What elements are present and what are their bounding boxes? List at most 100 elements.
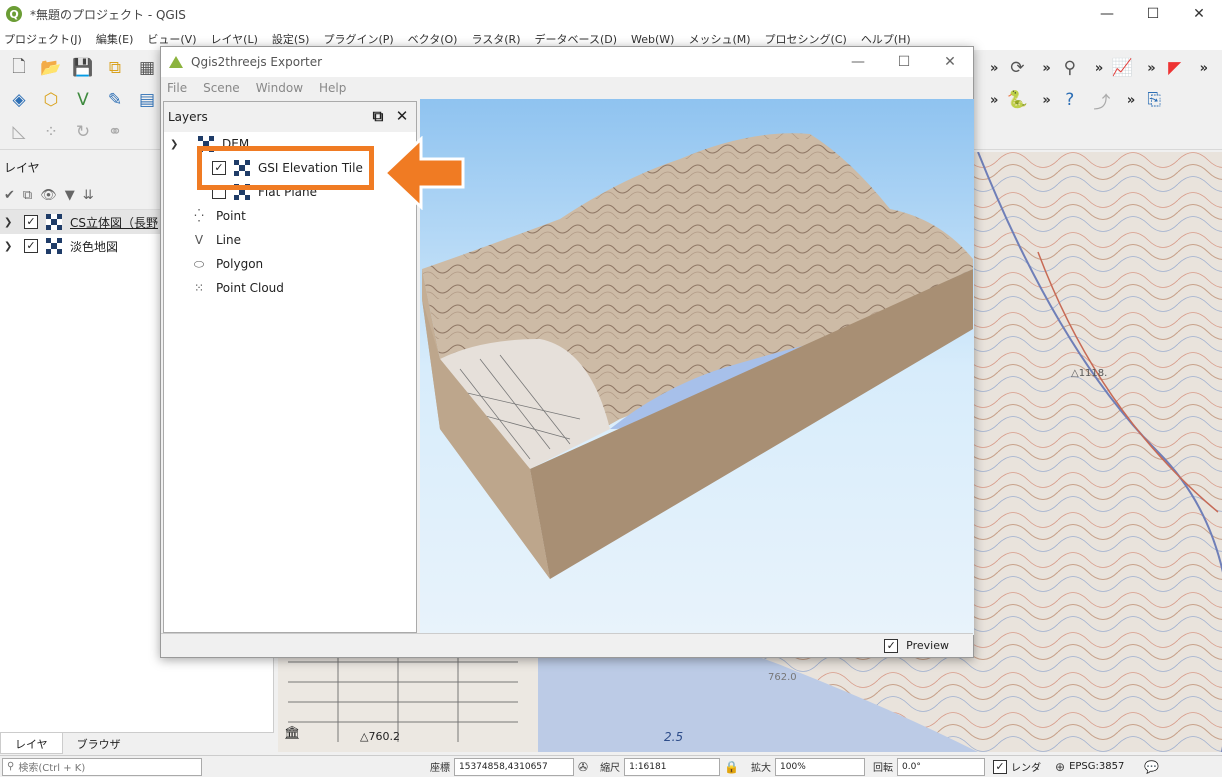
coordinate-toggle-icon[interactable]: ✇ [578, 760, 588, 774]
overflow-chevron-icon[interactable]: » [1127, 93, 1135, 108]
dialog-menu-file[interactable]: File [167, 81, 187, 95]
dialog-maximize-button[interactable]: ☐ [881, 47, 927, 77]
new-layer-icon[interactable]: ⬡ [38, 87, 64, 113]
menu-database[interactable]: データベース(D) [535, 31, 618, 47]
group-label: Polygon [216, 257, 264, 271]
refresh-icon[interactable]: ⟳ [1004, 55, 1030, 81]
lock-scale-icon[interactable]: 🔒 [724, 760, 739, 774]
visibility-eye-icon[interactable]: 👁 [40, 188, 57, 203]
menu-vector[interactable]: ベクタ(O) [408, 31, 458, 47]
digitize-icon[interactable]: V [70, 87, 96, 113]
menu-plugins[interactable]: プラグイン(P) [323, 31, 393, 47]
close-button[interactable]: ✕ [1176, 0, 1222, 28]
qgis2threejs-dialog: Qgis2threejs Exporter — ☐ ✕ File Scene W… [160, 46, 974, 658]
new-project-icon[interactable]: 🗋 [6, 55, 32, 81]
dialog-layers-header: Layers ⧉ ✕ [164, 102, 416, 132]
scale-label: 縮尺 [600, 763, 621, 774]
python-console-icon[interactable]: 🐍 [1004, 87, 1030, 113]
dialog-title-bar: Qgis2threejs Exporter — ☐ ✕ [161, 47, 973, 77]
3d-preview-view[interactable] [420, 99, 974, 635]
menu-raster[interactable]: ラスタ(R) [471, 31, 520, 47]
menu-processing[interactable]: プロセシング(C) [765, 31, 847, 47]
menu-help[interactable]: ヘルプ(H) [861, 31, 911, 47]
help-icon[interactable]: ? [1057, 87, 1083, 113]
overflow-chevron-icon[interactable]: » [1200, 61, 1208, 76]
window-title: *無題のプロジェクト - QGIS [30, 7, 186, 22]
expand-all-icon[interactable]: ⇊ [83, 188, 94, 203]
rotate-icon[interactable]: ↻ [70, 119, 96, 145]
toolbar-right-row-2: » 🐍 » ? ⤴ » ⎘ [978, 84, 1173, 116]
group-polygon[interactable]: ⬭ Polygon [164, 252, 416, 276]
expand-chevron-icon[interactable]: ❯ [4, 241, 18, 252]
menu-web[interactable]: Web(W) [631, 33, 674, 46]
open-project-icon[interactable]: 📂 [38, 55, 64, 81]
add-raster-icon[interactable]: ▤ [134, 87, 160, 113]
panel-tool-icon[interactable]: ⎘ [1141, 87, 1167, 113]
scale-field[interactable]: 1:16181 [624, 757, 721, 776]
overflow-chevron-icon[interactable]: » [990, 61, 998, 76]
data-source-manager-icon[interactable]: ◈ [6, 87, 32, 113]
measure-icon[interactable]: ◺ [6, 119, 32, 145]
crs-label[interactable]: EPSG:3857 [1069, 761, 1124, 772]
expand-chevron-icon[interactable]: ❯ [170, 139, 184, 150]
float-panel-icon[interactable]: ⧉ [368, 106, 388, 126]
edit-pencil-icon[interactable]: ✎ [102, 87, 128, 113]
crs-globe-icon[interactable]: ⊕ [1055, 760, 1065, 774]
overflow-chevron-icon[interactable]: » [1147, 61, 1155, 76]
render-checkbox[interactable]: ✓ [993, 759, 1008, 774]
locator-search[interactable]: ⚲ 検索(Ctrl + K) [2, 757, 202, 776]
dialog-close-button[interactable]: ✕ [927, 47, 973, 77]
dialog-minimize-button[interactable]: — [835, 47, 881, 77]
menu-settings[interactable]: 設定(S) [272, 31, 310, 47]
tab-layers[interactable]: レイヤ [0, 733, 63, 754]
magnifier-field[interactable]: 100% [775, 757, 866, 776]
point-cloud-icon: ⁙ [193, 281, 205, 295]
menu-project[interactable]: プロジェクト(J) [4, 31, 82, 47]
close-panel-icon[interactable]: ✕ [392, 106, 412, 126]
new-print-layout-icon[interactable]: ⧉ [102, 55, 128, 81]
overflow-chevron-icon[interactable]: » [1042, 61, 1050, 76]
qgis2threejs-logo-icon [169, 56, 183, 68]
menu-layer[interactable]: レイヤ(L) [210, 31, 257, 47]
minimize-button[interactable]: — [1084, 0, 1130, 28]
rotation-field[interactable]: 0.0° [897, 757, 986, 776]
menu-view[interactable]: ビュー(V) [147, 31, 196, 47]
group-point-cloud[interactable]: ⁙ Point Cloud [164, 276, 416, 300]
flag-icon[interactable]: ◤ [1162, 55, 1188, 81]
dialog-menu-window[interactable]: Window [256, 81, 303, 95]
overflow-chevron-icon[interactable]: » [1042, 93, 1050, 108]
group-point[interactable]: ⁛ Point [164, 204, 416, 228]
node-tool-icon[interactable]: ⁘ [38, 119, 64, 145]
menu-mesh[interactable]: メッシュ(M) [688, 31, 750, 47]
preview-checkbox[interactable]: ✓ [884, 638, 899, 653]
layer-style-icon[interactable]: ✔ [4, 188, 15, 203]
line-icon: V [194, 233, 204, 247]
messages-icon[interactable]: 💬 [1144, 760, 1159, 774]
group-line[interactable]: V Line [164, 228, 416, 252]
coordinate-label: 座標 [430, 763, 450, 774]
dialog-menu-scene[interactable]: Scene [203, 81, 240, 95]
route-icon[interactable]: ⤴ [1089, 87, 1115, 113]
maximize-button[interactable]: ☐ [1130, 0, 1176, 28]
layout-manager-icon[interactable]: ▦ [134, 55, 160, 81]
layer-checkbox[interactable]: ✓ [24, 215, 38, 229]
overflow-chevron-icon[interactable]: » [990, 93, 998, 108]
profile-chart-icon[interactable]: 📈 [1109, 55, 1135, 81]
render-label: レンダ [1011, 763, 1042, 774]
dialog-menu-help[interactable]: Help [319, 81, 346, 95]
add-group-icon[interactable]: ⧉ [23, 188, 32, 203]
coordinate-field[interactable]: 15374858,4310657 [454, 757, 574, 776]
layer-checkbox[interactable]: ✓ [24, 239, 38, 253]
search-icon: ⚲ [7, 761, 15, 772]
filter-icon[interactable]: ▼ [65, 188, 75, 203]
overflow-chevron-icon[interactable]: » [1095, 61, 1103, 76]
tab-browser[interactable]: ブラウザ [63, 733, 135, 754]
dialog-status-bar: ✓ Preview [161, 633, 973, 657]
save-project-icon[interactable]: 💾 [70, 55, 96, 81]
map-label-triangulation: △760.2 [360, 730, 400, 743]
map-label-elevation: △1118. [1071, 368, 1108, 379]
menu-edit[interactable]: 編集(E) [96, 31, 134, 47]
plugin-tool-icon[interactable]: ⚲ [1057, 55, 1083, 81]
merge-icon[interactable]: ⚭ [102, 119, 128, 145]
expand-chevron-icon[interactable]: ❯ [4, 217, 18, 228]
